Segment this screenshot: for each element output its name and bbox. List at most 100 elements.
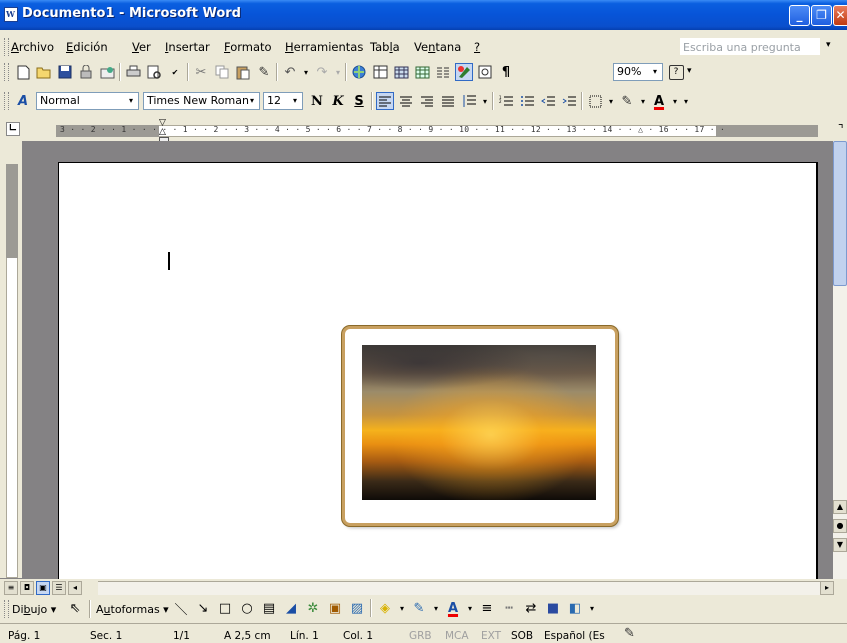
horizontal-scroll-track[interactable] (98, 581, 820, 595)
close-button[interactable]: ✕ (833, 5, 847, 26)
font-combo[interactable]: Times New Roman ▾ (143, 92, 260, 110)
status-record[interactable]: GRB (409, 630, 432, 642)
drawing-icon[interactable] (455, 63, 473, 81)
numbering-icon[interactable]: 12 (497, 92, 515, 110)
zoom-combo[interactable]: 90% ▾ (613, 63, 663, 81)
text-box-icon[interactable]: ▤ (260, 599, 278, 617)
line-style-icon[interactable]: ≡ (478, 599, 496, 617)
increase-indent-icon[interactable] (560, 92, 578, 110)
arrow-style-icon[interactable]: ⇄ (522, 599, 540, 617)
next-page-icon[interactable]: ▼ (833, 538, 847, 552)
font-size-dropdown-icon[interactable]: ▾ (288, 93, 302, 109)
hyperlink-icon[interactable] (350, 63, 368, 81)
status-overtype[interactable]: SOB (511, 630, 533, 642)
help-icon[interactable]: ? (667, 63, 685, 81)
maximize-button[interactable]: ❐ (811, 5, 832, 26)
status-extend[interactable]: EXT (481, 630, 501, 642)
print-preview-icon[interactable] (145, 63, 163, 81)
show-formatting-icon[interactable]: ¶ (497, 63, 515, 81)
align-right-icon[interactable] (418, 92, 436, 110)
copy-icon[interactable] (213, 63, 231, 81)
select-browse-object-icon[interactable]: ● (833, 519, 847, 533)
print-layout-view-icon[interactable]: ▣ (36, 581, 50, 595)
spelling-icon[interactable]: ✔ (166, 63, 184, 81)
first-line-indent-icon[interactable]: ▽ △ (159, 119, 166, 137)
menu-tabla[interactable]: Tabla (370, 40, 400, 54)
shadow-style-icon[interactable]: ■ (544, 599, 562, 617)
columns-icon[interactable] (434, 63, 452, 81)
save-icon[interactable] (56, 63, 74, 81)
style-combo[interactable]: Normal ▾ (36, 92, 139, 110)
borders-icon[interactable] (586, 92, 604, 110)
menu-insertar[interactable]: Insertar (165, 40, 210, 54)
underline-button[interactable]: S (350, 92, 368, 110)
draw-menu[interactable]: Dibujo ▾ (12, 603, 56, 616)
3d-style-icon[interactable]: ◧ (566, 599, 584, 617)
align-left-icon[interactable] (376, 92, 394, 110)
decrease-indent-icon[interactable] (539, 92, 557, 110)
line-color-dropdown-icon[interactable]: ▾ (432, 599, 440, 617)
status-language[interactable]: Español (Es (544, 630, 605, 642)
fill-color-icon[interactable]: ◈ (376, 599, 394, 617)
justify-icon[interactable] (439, 92, 457, 110)
bullets-icon[interactable] (518, 92, 536, 110)
email-icon[interactable] (98, 63, 116, 81)
menu-edicion[interactable]: Edición (66, 40, 108, 54)
drawing-font-color-dropdown-icon[interactable]: ▾ (466, 599, 474, 617)
menu-formato[interactable]: Formato (224, 40, 272, 54)
scroll-right-icon[interactable]: ▸ (820, 581, 834, 595)
select-objects-icon[interactable]: ⇖ (66, 599, 84, 617)
line-icon[interactable]: ＼ (172, 599, 190, 618)
menu-ventana[interactable]: Ventana (414, 40, 461, 54)
borders-dropdown-icon[interactable]: ▾ (607, 92, 615, 110)
toolbar-options-icon[interactable]: ▾ (588, 599, 596, 617)
status-track-changes[interactable]: MCA (445, 630, 469, 642)
open-icon[interactable] (35, 63, 53, 81)
dash-style-icon[interactable]: ┅ (500, 599, 518, 617)
menu-archivo[interactable]: Archivo (11, 40, 54, 54)
font-size-combo[interactable]: 12 ▾ (263, 92, 303, 110)
line-spacing-icon[interactable] (460, 92, 478, 110)
normal-view-icon[interactable]: ≡ (4, 581, 18, 595)
document-map-icon[interactable] (476, 63, 494, 81)
styles-formatting-icon[interactable]: A (14, 92, 32, 110)
insert-picture-icon[interactable]: ▨ (348, 599, 366, 617)
spelling-status-icon[interactable]: ✎ (624, 626, 635, 641)
line-spacing-dropdown-icon[interactable]: ▾ (481, 92, 489, 110)
formatting-toolbar-grip[interactable] (4, 92, 9, 110)
vertical-scroll-thumb[interactable] (833, 141, 847, 286)
font-color-icon[interactable]: A (650, 92, 668, 110)
toolbar-options-icon[interactable]: ▾ (687, 66, 692, 76)
reading-view-icon[interactable]: ◂ (68, 581, 82, 595)
redo-icon[interactable]: ↷ (313, 63, 331, 81)
drawing-font-color-icon[interactable]: A (444, 599, 462, 617)
italic-button[interactable]: K (329, 92, 347, 110)
autoshapes-menu[interactable]: Autoformas ▾ (96, 603, 169, 616)
bold-button[interactable]: N (308, 92, 326, 110)
standard-toolbar-grip[interactable] (4, 63, 9, 81)
print-icon[interactable] (124, 63, 142, 81)
undo-icon[interactable]: ↶ (281, 63, 299, 81)
style-dropdown-icon[interactable]: ▾ (124, 93, 138, 109)
wordart-icon[interactable]: ◢ (282, 599, 300, 617)
highlight-dropdown-icon[interactable]: ▾ (639, 92, 647, 110)
insert-table-icon[interactable] (392, 63, 410, 81)
fill-color-dropdown-icon[interactable]: ▾ (398, 599, 406, 617)
zoom-dropdown-icon[interactable]: ▾ (648, 64, 662, 80)
web-view-icon[interactable]: ◘ (20, 581, 34, 595)
font-dropdown-icon[interactable]: ▾ (245, 93, 259, 109)
menu-grip[interactable] (4, 38, 9, 56)
toolbar-options-icon[interactable]: ▾ (682, 92, 690, 110)
font-color-dropdown-icon[interactable]: ▾ (671, 92, 679, 110)
format-painter-icon[interactable]: ✎ (255, 63, 273, 81)
previous-page-icon[interactable]: ▲ (833, 500, 847, 514)
outline-view-icon[interactable]: ☰ (52, 581, 66, 595)
redo-dropdown-icon[interactable]: ▾ (334, 63, 342, 81)
new-icon[interactable] (14, 63, 32, 81)
arrow-icon[interactable]: ↘ (194, 599, 212, 617)
word-app-icon[interactable]: W (4, 7, 18, 22)
menu-ver[interactable]: Ver (132, 40, 151, 54)
menu-herramientas[interactable]: Herramientas (285, 40, 363, 54)
ask-question-input[interactable]: Escriba una pregunta (680, 38, 820, 55)
permission-icon[interactable] (77, 63, 95, 81)
